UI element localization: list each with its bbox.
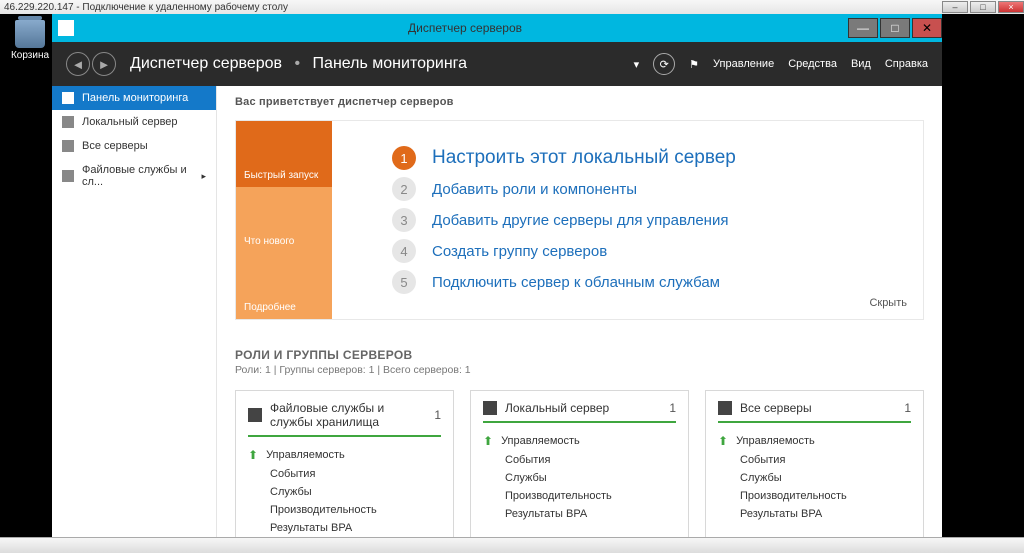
- card-row-bpa[interactable]: Результаты BPA: [248, 519, 441, 537]
- card-row-events[interactable]: События: [248, 465, 441, 483]
- role-card-local-server[interactable]: Локальный сервер 1 ⬆Управляемость Событи…: [470, 390, 689, 537]
- server-manager-window: Диспетчер серверов — □ ✕ ◄ ► Диспетчер с…: [52, 14, 942, 537]
- welcome-heading: Вас приветствует диспетчер серверов: [235, 96, 924, 108]
- sidebar: Панель мониторинга Локальный сервер Все …: [52, 86, 217, 537]
- card-row-manageability[interactable]: ⬆Управляемость: [718, 431, 911, 451]
- dashboard-icon: [62, 92, 74, 104]
- sidebar-item-label: Все серверы: [82, 140, 148, 152]
- trash-icon: [15, 20, 45, 48]
- card-row-events[interactable]: События: [483, 451, 676, 469]
- step-create-group[interactable]: 4 Создать группу серверов: [392, 239, 895, 263]
- servers-icon: [62, 140, 74, 152]
- main-content: Вас приветствует диспетчер серверов Быст…: [217, 86, 942, 537]
- card-row-services[interactable]: Службы: [718, 469, 911, 487]
- status-up-icon: ⬆: [483, 434, 493, 448]
- host-maximize-button[interactable]: □: [970, 1, 996, 13]
- maximize-button[interactable]: □: [880, 18, 910, 38]
- card-row-manageability[interactable]: ⬆Управляемость: [248, 445, 441, 465]
- step-configure-local-server[interactable]: 1 Настроить этот локальный сервер: [392, 146, 895, 170]
- window-titlebar[interactable]: Диспетчер серверов — □ ✕: [52, 14, 942, 42]
- step-add-servers[interactable]: 3 Добавить другие серверы для управления: [392, 208, 895, 232]
- step-number-icon: 1: [392, 146, 416, 170]
- card-count: 1: [669, 401, 676, 415]
- card-row-manageability[interactable]: ⬆Управляемость: [483, 431, 676, 451]
- sidebar-item-label: Файловые службы и сл...: [82, 164, 193, 188]
- card-row-bpa[interactable]: Результаты BPA: [718, 505, 911, 523]
- card-title: Все серверы: [740, 401, 896, 415]
- card-count: 1: [434, 408, 441, 422]
- learn-more-tab[interactable]: Подробнее: [236, 253, 332, 319]
- step-connect-cloud[interactable]: 5 Подключить сервер к облачным службам: [392, 270, 895, 294]
- step-number-icon: 5: [392, 270, 416, 294]
- quick-start-tab[interactable]: Быстрый запуск: [236, 121, 332, 187]
- menu-view[interactable]: Вид: [851, 58, 871, 70]
- host-rdp-titlebar: 46.229.220.147 - Подключение к удаленном…: [0, 0, 1024, 14]
- welcome-tile: Быстрый запуск Что нового Подробнее 1 На…: [235, 120, 924, 320]
- card-count: 1: [904, 401, 911, 415]
- chevron-right-icon: •: [294, 55, 300, 72]
- whats-new-tab[interactable]: Что нового: [236, 187, 332, 253]
- card-title: Локальный сервер: [505, 401, 661, 415]
- card-row-services[interactable]: Службы: [483, 469, 676, 487]
- step-number-icon: 3: [392, 208, 416, 232]
- forward-button[interactable]: ►: [92, 52, 116, 76]
- breadcrumb-page[interactable]: Панель мониторинга: [313, 55, 468, 72]
- refresh-dropdown[interactable]: ▾: [634, 58, 640, 71]
- sidebar-item-local-server[interactable]: Локальный сервер: [52, 110, 216, 134]
- menu-tools[interactable]: Средства: [788, 58, 837, 70]
- step-number-icon: 2: [392, 177, 416, 201]
- card-title: Файловые службы и службы хранилища: [270, 401, 426, 429]
- card-row-bpa[interactable]: Результаты BPA: [483, 505, 676, 523]
- hide-link[interactable]: Скрыть: [869, 297, 907, 309]
- server-manager-icon: [58, 20, 74, 36]
- host-close-button[interactable]: ×: [998, 1, 1024, 13]
- host-taskbar[interactable]: [0, 537, 1024, 553]
- storage-icon: [248, 408, 262, 422]
- card-row-performance[interactable]: Производительность: [483, 487, 676, 505]
- notifications-flag-icon[interactable]: ⚑: [689, 58, 699, 71]
- sidebar-item-dashboard[interactable]: Панель мониторинга: [52, 86, 216, 110]
- host-minimize-button[interactable]: –: [942, 1, 968, 13]
- breadcrumb-app[interactable]: Диспетчер серверов: [130, 55, 282, 72]
- storage-icon: [62, 170, 74, 182]
- sidebar-item-label: Панель мониторинга: [82, 92, 188, 104]
- header-bar: ◄ ► Диспетчер серверов • Панель монитори…: [52, 42, 942, 86]
- server-icon: [483, 401, 497, 415]
- sidebar-item-all-servers[interactable]: Все серверы: [52, 134, 216, 158]
- recycle-bin-icon[interactable]: Корзина: [10, 20, 50, 61]
- role-card-file-services[interactable]: Файловые службы и службы хранилища 1 ⬆Уп…: [235, 390, 454, 537]
- roles-subheader: Роли: 1 | Группы серверов: 1 | Всего сер…: [235, 364, 924, 376]
- close-button[interactable]: ✕: [912, 18, 942, 38]
- back-button[interactable]: ◄: [66, 52, 90, 76]
- server-icon: [62, 116, 74, 128]
- status-up-icon: ⬆: [718, 434, 728, 448]
- role-card-all-servers[interactable]: Все серверы 1 ⬆Управляемость События Слу…: [705, 390, 924, 537]
- recycle-bin-label: Корзина: [10, 50, 50, 61]
- breadcrumb: Диспетчер серверов • Панель мониторинга: [130, 55, 467, 73]
- servers-icon: [718, 401, 732, 415]
- card-row-events[interactable]: События: [718, 451, 911, 469]
- refresh-button[interactable]: ⟳: [653, 53, 675, 75]
- status-up-icon: ⬆: [248, 448, 258, 462]
- sidebar-item-file-services[interactable]: Файловые службы и сл... ▸: [52, 158, 216, 194]
- sidebar-item-label: Локальный сервер: [82, 116, 178, 128]
- step-number-icon: 4: [392, 239, 416, 263]
- menu-manage[interactable]: Управление: [713, 58, 774, 70]
- minimize-button[interactable]: —: [848, 18, 878, 38]
- card-row-performance[interactable]: Производительность: [248, 501, 441, 519]
- window-title: Диспетчер серверов: [84, 21, 846, 35]
- card-row-services[interactable]: Службы: [248, 483, 441, 501]
- host-rdp-title: 46.229.220.147 - Подключение к удаленном…: [4, 2, 940, 13]
- step-add-roles[interactable]: 2 Добавить роли и компоненты: [392, 177, 895, 201]
- chevron-right-icon: ▸: [201, 171, 206, 182]
- card-row-performance[interactable]: Производительность: [718, 487, 911, 505]
- roles-header: РОЛИ И ГРУППЫ СЕРВЕРОВ: [235, 348, 924, 362]
- menu-help[interactable]: Справка: [885, 58, 928, 70]
